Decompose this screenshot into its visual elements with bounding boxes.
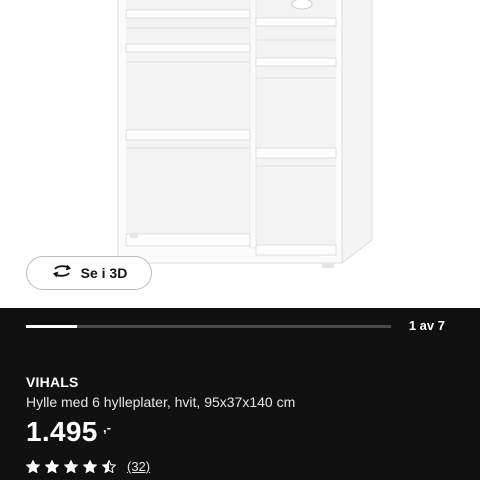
product-rating[interactable]: (32) [26,459,150,474]
star-icon [83,460,97,473]
gallery-counter: 1 av 7 [408,318,445,333]
star-icon [26,460,40,473]
gallery-progress-fill [26,325,78,328]
product-price: 1.495 [26,416,98,447]
product-info-panel: 1 av 7 VIHALS Hylle med 6 hylleplater, h… [0,308,480,480]
product-name[interactable]: VIHALS [26,374,79,390]
product-description: Hylle med 6 hylleplater, hvit, 95x37x140… [26,394,296,410]
gallery-progress-bar[interactable] [26,325,391,328]
star-icon [102,460,116,473]
star-icon [45,460,59,473]
rotate-3d-icon [51,264,73,283]
review-count-link[interactable]: (32) [127,459,150,474]
star-icon [64,460,78,473]
price-suffix: ,- [103,420,111,435]
view-3d-label: Se i 3D [80,265,128,281]
product-image[interactable]: Se i 3D [0,0,480,308]
view-3d-button[interactable]: Se i 3D [26,256,152,290]
rating-stars [26,460,121,473]
